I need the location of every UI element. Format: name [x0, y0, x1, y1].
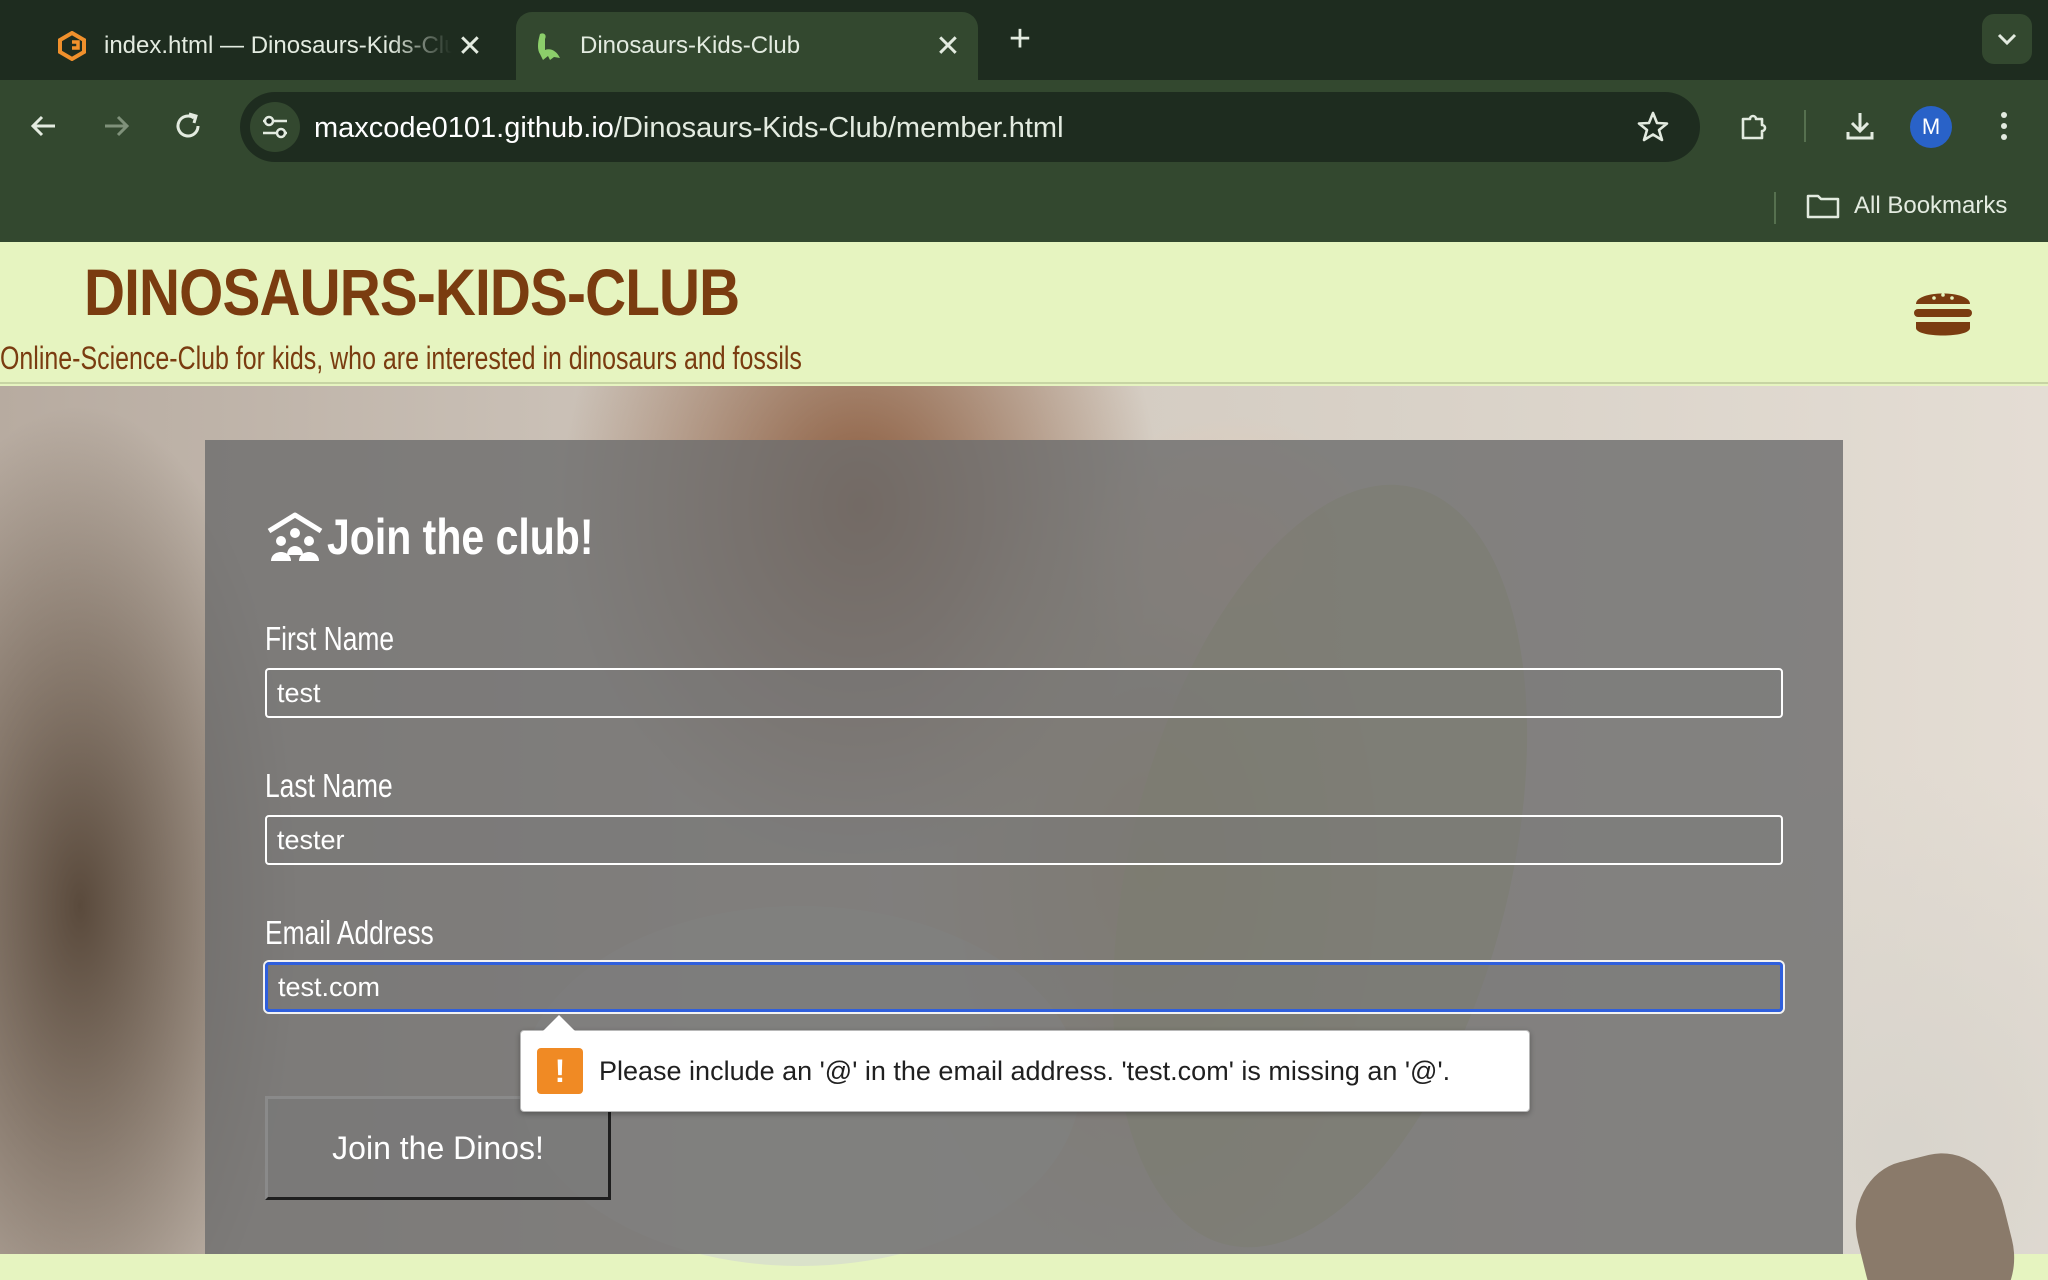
downloads-icon[interactable] [1836, 102, 1884, 150]
bookmarks-separator [1774, 192, 1776, 224]
email-input[interactable]: test.com [265, 962, 1783, 1012]
tab-search-chevron-down-icon[interactable] [1982, 14, 2032, 64]
extensions-puzzle-icon[interactable] [1730, 102, 1778, 150]
tab-dinosaurs-kids-club[interactable]: Dinosaurs-Kids-Club ✕ [516, 12, 978, 80]
dinosaur-favicon-icon [532, 30, 564, 62]
last-name-label: Last Name [265, 767, 393, 804]
tab-strip: index.html — Dinosaurs-Kids-Club ✕ Dinos… [0, 0, 2048, 80]
email-label: Email Address [265, 914, 434, 951]
validation-message: Please include an '@' in the email addre… [599, 1055, 1451, 1086]
back-arrow-icon[interactable] [20, 102, 68, 150]
url-path: /Dinosaurs-Kids-Club/member.html [613, 112, 1064, 144]
validation-tooltip: ! Please include an '@' in the email add… [520, 1015, 1530, 1112]
profile-avatar[interactable]: M [1910, 106, 1952, 148]
bookmark-star-icon[interactable] [1636, 110, 1670, 144]
site-header: DINOSAURS-KIDS-CLUB Online-Science-Club … [0, 242, 2048, 384]
bookmarks-bar: All Bookmarks [0, 172, 2048, 242]
url-text: maxcode0101.github.io/Dinosaurs-Kids-Clu… [314, 112, 1064, 145]
url-host: maxcode0101.github.io [314, 112, 614, 144]
site-info-tune-icon[interactable] [250, 102, 300, 152]
address-bar[interactable]: maxcode0101.github.io/Dinosaurs-Kids-Clu… [240, 92, 1700, 162]
tab-title: index.html — Dinosaurs-Kids-Club [104, 32, 452, 59]
close-tab-icon[interactable]: ✕ [452, 28, 488, 64]
reload-icon[interactable] [164, 102, 212, 150]
form-title-text: Join the club! [327, 509, 594, 565]
site-brand[interactable]: DINOSAURS-KIDS-CLUB [84, 254, 740, 330]
browser-toolbar: maxcode0101.github.io/Dinosaurs-Kids-Clu… [0, 80, 2048, 172]
tab-index-html[interactable]: index.html — Dinosaurs-Kids-Club ✕ [40, 12, 500, 80]
forward-arrow-icon[interactable] [92, 102, 140, 150]
join-form-panel: Join the club! First Name test Last Name… [205, 440, 1843, 1254]
web-page: DINOSAURS-KIDS-CLUB Online-Science-Club … [0, 242, 2048, 1280]
photo-toy-figure-shape [1841, 1140, 2029, 1280]
toolbar-separator [1804, 110, 1806, 142]
site-tagline: Online-Science-Club for kids, who are in… [0, 340, 802, 376]
people-roof-icon [267, 512, 323, 561]
all-bookmarks-button[interactable]: All Bookmarks [1806, 186, 2007, 226]
kebab-menu-icon[interactable] [1980, 102, 2028, 150]
new-tab-icon[interactable]: + [1002, 20, 1038, 60]
first-name-input[interactable]: test [265, 668, 1783, 718]
code-editor-favicon-icon [56, 30, 88, 62]
close-tab-icon[interactable]: ✕ [930, 28, 966, 64]
warning-icon: ! [537, 1048, 583, 1094]
form-title: Join the club! [265, 508, 652, 566]
hamburger-menu-icon[interactable] [1912, 284, 1974, 342]
first-name-label: First Name [265, 620, 395, 657]
last-name-input[interactable]: tester [265, 815, 1783, 865]
folder-icon [1806, 194, 1840, 219]
tab-title: Dinosaurs-Kids-Club [580, 32, 801, 59]
all-bookmarks-label: All Bookmarks [1854, 192, 2008, 219]
